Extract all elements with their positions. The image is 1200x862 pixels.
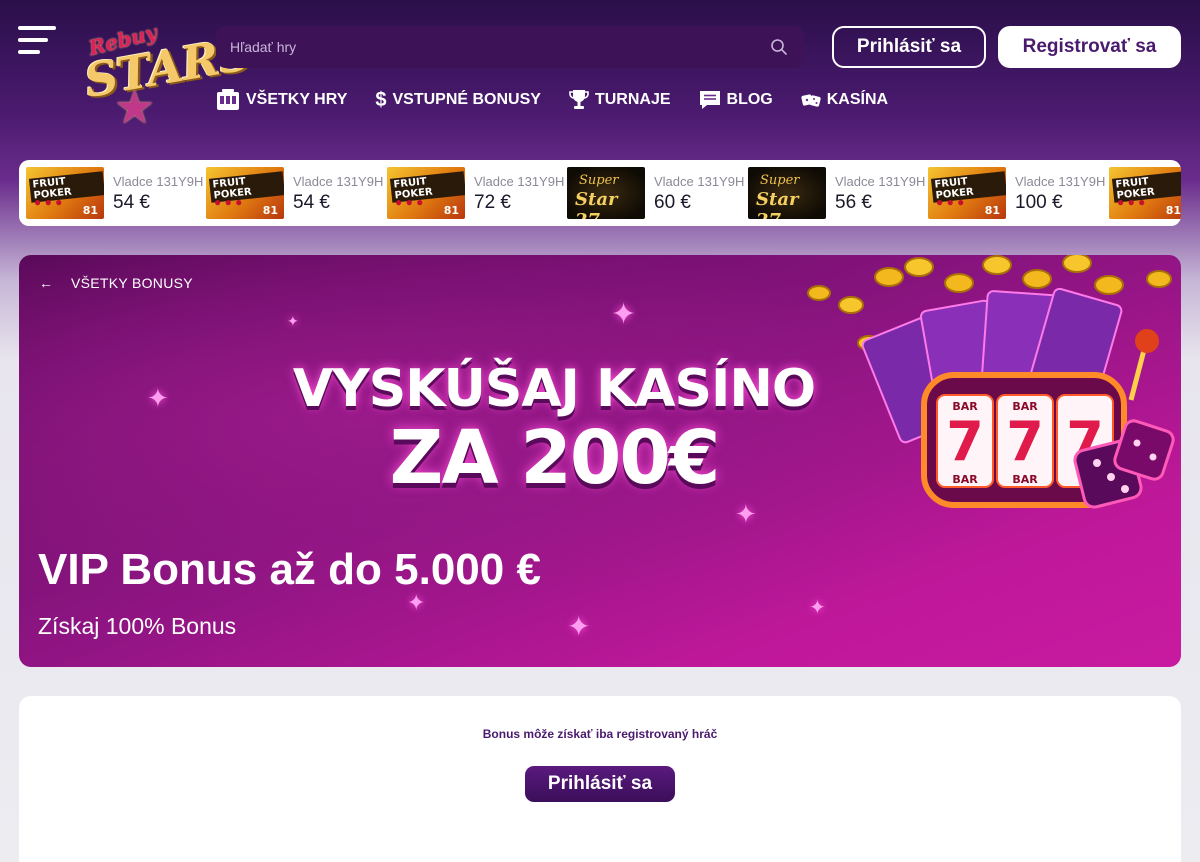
bonus-title: VIP Bonus až do 5.000 € (38, 545, 541, 594)
winner-name: Vladce 131Y9H (1015, 174, 1106, 189)
trophy-icon (569, 89, 589, 111)
winner-name: Vladce 131Y9H (654, 174, 745, 189)
thumb-number: Star 27 (575, 189, 618, 219)
nav-item-all-games[interactable]: VŠETKY HRY (216, 89, 347, 111)
reel-bar-label: BAR (952, 400, 978, 413)
thumb-number: 81 (443, 204, 459, 217)
nav-item-welcome-bonuses[interactable]: $ VSTUPNÉ BONUSY (375, 89, 541, 111)
ticker-item[interactable]: Super Star 27 Vladce 131Y9H 60 € (567, 167, 747, 219)
back-to-bonuses-link[interactable]: ← VŠETKY BONUSY (39, 275, 193, 291)
sparkle-icon: ✦ (567, 611, 591, 642)
ticker-item[interactable]: FRUIT POKER ● ● ● 81 Vladce 131Y9H 54 € (26, 167, 206, 219)
win-amount: 54 € (113, 192, 150, 213)
reel-bar-label: BAR (952, 473, 978, 486)
nav-label: VSTUPNÉ BONUSY (392, 91, 541, 108)
game-thumbnail[interactable]: FRUIT POKER ● ● ● 81 (26, 167, 104, 219)
game-thumbnail[interactable]: Super Star 27 (748, 167, 826, 219)
game-thumbnail[interactable]: FRUIT POKER ● ● ● 81 (206, 167, 284, 219)
promo-headline-line1: VYSKÚŠAJ KASÍNO (292, 359, 816, 419)
thumb-title: Super (579, 173, 619, 188)
reel-symbol: 7 (946, 410, 984, 473)
nav-item-tournaments[interactable]: TURNAJE (569, 89, 671, 111)
chat-icon (699, 89, 721, 111)
arrow-left-icon: ← (39, 275, 53, 291)
win-amount: 60 € (654, 192, 691, 213)
claim-login-button[interactable]: Prihlásiť sa (525, 766, 675, 802)
game-thumbnail[interactable]: Super Star 27 (567, 167, 645, 219)
thumb-number: 81 (262, 204, 278, 217)
winner-name: Vladce 131Y9H (113, 174, 204, 189)
sparkle-icon: ✦ (147, 383, 169, 413)
logo-star-icon: ★ (114, 81, 156, 133)
sparkle-icon: ✦ (287, 313, 299, 329)
thumb-title: Super (760, 173, 800, 188)
hamburger-menu-icon[interactable] (18, 26, 56, 56)
login-button[interactable]: Prihlásiť sa (832, 26, 986, 68)
dollar-icon: $ (375, 88, 387, 111)
site-logo[interactable]: Rebuy STARS ★ (80, 20, 255, 133)
site-header: Rebuy STARS ★ Prihlásiť sa Registrovať s… (0, 0, 1200, 140)
nav-label: TURNAJE (594, 91, 671, 108)
fruit-icon: ● ● ● (214, 195, 243, 209)
game-thumbnail[interactable]: FRUIT POKER ● ● ● 81 (1109, 167, 1181, 219)
bonus-hero-banner: ✦ ✦ ✦ ✦ ✦ ✦ ✦ ← VŠETKY BONUSY 7 7 7 BAR … (19, 255, 1181, 667)
thumb-number: Star 27 (756, 189, 799, 219)
thumb-number: 81 (984, 204, 1000, 217)
slot-machine-illustration: 7 7 7 BAR BAR BAR BAR (807, 255, 1175, 509)
win-amount: 72 € (474, 192, 511, 213)
winner-name: Vladce 131Y9H (835, 174, 926, 189)
search-input[interactable] (230, 26, 760, 68)
bonus-claim-card: Bonus môže získať iba registrovaný hráč … (19, 696, 1181, 862)
winner-name: Vladce 131Y9H (474, 174, 565, 189)
win-amount: 100 € (1015, 192, 1063, 213)
search-bar[interactable] (216, 26, 804, 68)
fruit-icon: ● ● ● (395, 195, 424, 209)
fruit-icon: ● ● ● (34, 195, 63, 209)
thumb-number: 81 (82, 204, 98, 217)
back-label: VŠETKY BONUSY (71, 275, 193, 291)
register-button[interactable]: Registrovať sa (998, 26, 1181, 68)
registration-required-note: Bonus môže získať iba registrovaný hráč (482, 727, 718, 741)
slot-machine-icon (216, 89, 240, 111)
promo-headline: VYSKÚŠAJ KASÍNO ZA 200€ (289, 359, 819, 497)
nav-item-blog[interactable]: BLOG (699, 89, 773, 111)
ticker-item[interactable]: Super Star 27 Vladce 131Y9H 56 € (748, 167, 928, 219)
sparkle-icon: ✦ (735, 499, 757, 529)
fruit-icon: ● ● ● (1117, 195, 1146, 209)
ticker-item[interactable]: FRUIT POKER ● ● ● 81 Vladce 131Y9H 100 € (928, 167, 1108, 219)
nav-label: KASÍNA (826, 91, 889, 108)
bonus-subtitle: Získaj 100% Bonus (38, 613, 237, 639)
reel-bar-label: BAR (1012, 400, 1038, 413)
sparkle-icon: ✦ (611, 298, 637, 331)
game-thumbnail[interactable]: FRUIT POKER ● ● ● 81 (387, 167, 465, 219)
dice-icon (801, 89, 821, 111)
nav-item-casinos[interactable]: KASÍNA (801, 89, 888, 111)
thumb-number: 81 (1165, 204, 1181, 217)
game-thumbnail[interactable]: FRUIT POKER ● ● ● 81 (928, 167, 1006, 219)
ticker-item[interactable]: FRUIT POKER ● ● ● 81 Vladce 131Y9H 54 € (206, 167, 386, 219)
reel-bar-label: BAR (1012, 473, 1038, 486)
fruit-icon: ● ● ● (936, 195, 965, 209)
ticker-item[interactable]: FRUIT POKER ● ● ● 81 (1109, 167, 1181, 219)
win-amount: 56 € (835, 192, 872, 213)
sparkle-icon: ✦ (809, 597, 826, 619)
reel-symbol: 7 (1006, 410, 1044, 473)
win-amount: 54 € (293, 192, 330, 213)
nav-label: BLOG (726, 91, 773, 108)
nav-label: VŠETKY HRY (246, 91, 348, 108)
ticker-item[interactable]: FRUIT POKER ● ● ● 81 Vladce 131Y9H 72 € (387, 167, 567, 219)
winner-name: Vladce 131Y9H (293, 174, 384, 189)
main-nav: VŠETKY HRY $ VSTUPNÉ BONUSY TURNAJE BLOG… (216, 86, 916, 114)
recent-wins-ticker: FRUIT POKER ● ● ● 81 Vladce 131Y9H 54 € … (19, 160, 1181, 226)
search-icon[interactable] (770, 38, 788, 56)
promo-headline-line2: ZA 200€ (389, 415, 721, 501)
